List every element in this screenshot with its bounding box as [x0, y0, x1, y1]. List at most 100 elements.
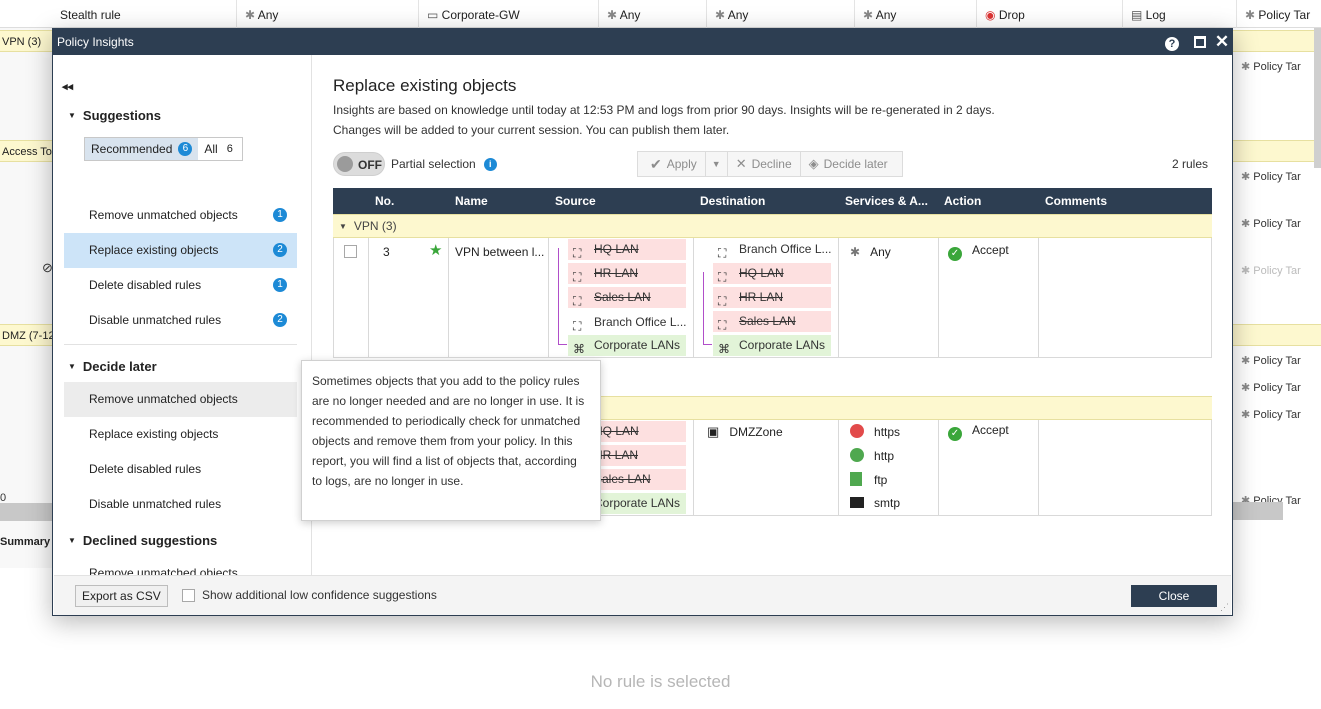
close-button[interactable]: Close [1131, 585, 1217, 607]
background-left-column: VPN (3) Access To In ⊘ DMZ (7-12) 0 [0, 28, 54, 568]
suggestions-header[interactable]: ▼ Suggestions [68, 108, 161, 123]
bg-source: Any [257, 8, 279, 22]
page-title: Replace existing objects [333, 76, 517, 95]
background-rule-row: Stealth rule ✱ Any ▭ Corporate-GW ✱ Any … [0, 0, 1321, 28]
star-icon: ★ [429, 242, 443, 259]
destination-dmzzone: DMZZone [729, 425, 783, 439]
declined-header[interactable]: ▼ Declined suggestions [68, 533, 217, 548]
suggestions-sidebar: ◂◂ ▼ Suggestions Recommended 6 All 6 Remove… [54, 55, 312, 580]
dialog-footer: Export as CSV Show additional low confid… [54, 575, 1231, 615]
accept-icon: ✓ [948, 247, 962, 261]
decide-later-disable-unmatched-rules[interactable]: Disable unmatched rules [64, 487, 297, 522]
bg-details-pane [0, 614, 1321, 709]
expanded-icon: ▼ [68, 111, 76, 120]
service-smtp: smtp [874, 496, 901, 510]
bg-install-on-7: Policy Tar [1253, 409, 1301, 421]
suggestion-delete-disabled-rules[interactable]: Delete disabled rules 1 [64, 268, 297, 303]
bg-rule-name: Stealth rule [60, 8, 121, 22]
decide-later-delete-disabled-rules[interactable]: Delete disabled rules [64, 452, 297, 487]
col-action[interactable]: Action [944, 194, 981, 208]
network-icon: ⛶ [718, 318, 727, 332]
close-icon[interactable]: ✕ [1213, 33, 1231, 51]
expanded-icon: ▼ [68, 362, 76, 371]
network-icon: ⛶ [718, 246, 727, 260]
ftp-icon [850, 472, 862, 486]
filter-recommended[interactable]: Recommended 6 [85, 138, 199, 160]
rules-count: 2 rules [1171, 157, 1208, 171]
suggestion-disable-unmatched-rules[interactable]: Disable unmatched rules 2 [64, 303, 297, 338]
bg-section-vpn: VPN (3) [0, 30, 54, 52]
source-object-removed[interactable]: ⛶Sales LAN [568, 287, 686, 308]
export-csv-button[interactable]: Export as CSV [75, 585, 168, 607]
apply-button[interactable]: ✔ Apply [638, 156, 705, 173]
bg-install-on-5: Policy Tar [1253, 355, 1301, 367]
service-ftp: ftp [874, 473, 888, 487]
help-icon[interactable]: ? [1163, 33, 1181, 51]
destination-object-added[interactable]: ⌘ Corporate LANs [713, 335, 831, 356]
all-count-badge: 6 [223, 142, 236, 156]
bg-install-on-6: Policy Tar [1253, 382, 1301, 394]
decide-later-header[interactable]: ▼ Decide later [68, 359, 157, 374]
destination-object-removed[interactable]: ⛶ HR LAN [713, 287, 831, 308]
col-comments[interactable]: Comments [1045, 194, 1107, 208]
partial-selection-toggle[interactable]: OFF [333, 152, 385, 176]
source-object-removed[interactable]: ⛶HR LAN [568, 263, 686, 284]
decide-later-remove-unmatched-objects[interactable]: Remove unmatched objects [64, 382, 297, 417]
info-icon[interactable]: i [483, 157, 497, 171]
row-checkbox[interactable] [344, 244, 357, 259]
service-https: https [874, 425, 901, 439]
destination-object[interactable]: ⛶ Branch Office L... [713, 239, 831, 260]
col-services[interactable]: Services & A... [845, 194, 928, 208]
col-destination[interactable]: Destination [700, 194, 765, 208]
filter-all[interactable]: All 6 [198, 138, 241, 160]
bg-vpn: Any [619, 8, 641, 22]
table-header: No. Name Source Destination Services & A… [333, 188, 1212, 214]
accept-icon: ✓ [948, 427, 962, 441]
insights-info: Insights are based on knowledge until to… [333, 103, 995, 117]
bg-horizontal-scrollbar-left[interactable] [0, 503, 54, 521]
bg-content: Any [875, 8, 897, 22]
source-object-removed[interactable]: ⛶HQ LAN [568, 239, 686, 260]
section-vpn[interactable]: ▼ VPN (3) [333, 214, 1212, 238]
count-badge: 2 [273, 313, 287, 327]
suggestion-replace-existing-objects[interactable]: Replace existing objects 2 [64, 233, 297, 268]
destination-object-removed[interactable]: ⛶ Sales LAN [713, 311, 831, 332]
decide-later-button[interactable]: ◈ Decide later [799, 152, 896, 176]
decline-button[interactable]: ✕ Decline [728, 156, 800, 172]
count-badge: 2 [273, 243, 287, 257]
bg-install-on-3: Policy Tar [1253, 218, 1301, 230]
source-object[interactable]: ⛶ Branch Office L... [568, 312, 686, 333]
bg-horizontal-scrollbar[interactable] [1233, 502, 1283, 520]
network-icon: ⛶ [573, 270, 582, 284]
bg-install-on-1: Policy Tar [1253, 61, 1301, 73]
divider [64, 344, 297, 345]
network-icon: ⛶ [573, 294, 582, 308]
col-name[interactable]: Name [455, 194, 488, 208]
smtp-icon [850, 497, 864, 508]
action-accept: Accept [972, 423, 1009, 437]
count-badge: 1 [273, 278, 287, 292]
resize-grip-icon[interactable]: ⋰ [1220, 602, 1229, 613]
col-no[interactable]: No. [375, 194, 394, 208]
dialog-titlebar[interactable]: Policy Insights ? ✕ [53, 29, 1232, 55]
apply-dropdown-chevron-icon[interactable]: ▼ [704, 152, 728, 176]
service-any: Any [870, 245, 891, 259]
destination-object-removed[interactable]: ⛶ HQ LAN [713, 263, 831, 284]
bg-vertical-scrollbar[interactable] [1314, 28, 1321, 168]
checkbox[interactable] [182, 588, 195, 602]
col-source[interactable]: Source [555, 194, 596, 208]
recommended-count-badge: 6 [178, 142, 193, 156]
low-confidence-checkbox[interactable]: Show additional low confidence suggestio… [182, 588, 437, 602]
https-icon [850, 424, 864, 438]
replacement-link [703, 272, 712, 345]
decide-later-replace-existing-objects[interactable]: Replace existing objects [64, 417, 297, 452]
low-confidence-label: Show additional low confidence suggestio… [202, 588, 437, 602]
table-row[interactable]: 3 ★ VPN between l... ⛶ HQ LAN ⛶ HR LAN ⛶ Sa… [333, 238, 1212, 358]
source-object-added[interactable]: ⌘Corporate LANs [568, 335, 686, 356]
network-icon: ⛶ [718, 294, 727, 308]
collapse-sidebar-icon[interactable]: ◂◂ [62, 80, 73, 93]
maximize-icon[interactable] [1191, 33, 1209, 51]
bg-summary-tab[interactable]: Summary [0, 536, 50, 548]
suggestion-remove-unmatched-objects[interactable]: Remove unmatched objects 1 [64, 198, 297, 233]
expanded-icon: ▼ [68, 536, 76, 545]
